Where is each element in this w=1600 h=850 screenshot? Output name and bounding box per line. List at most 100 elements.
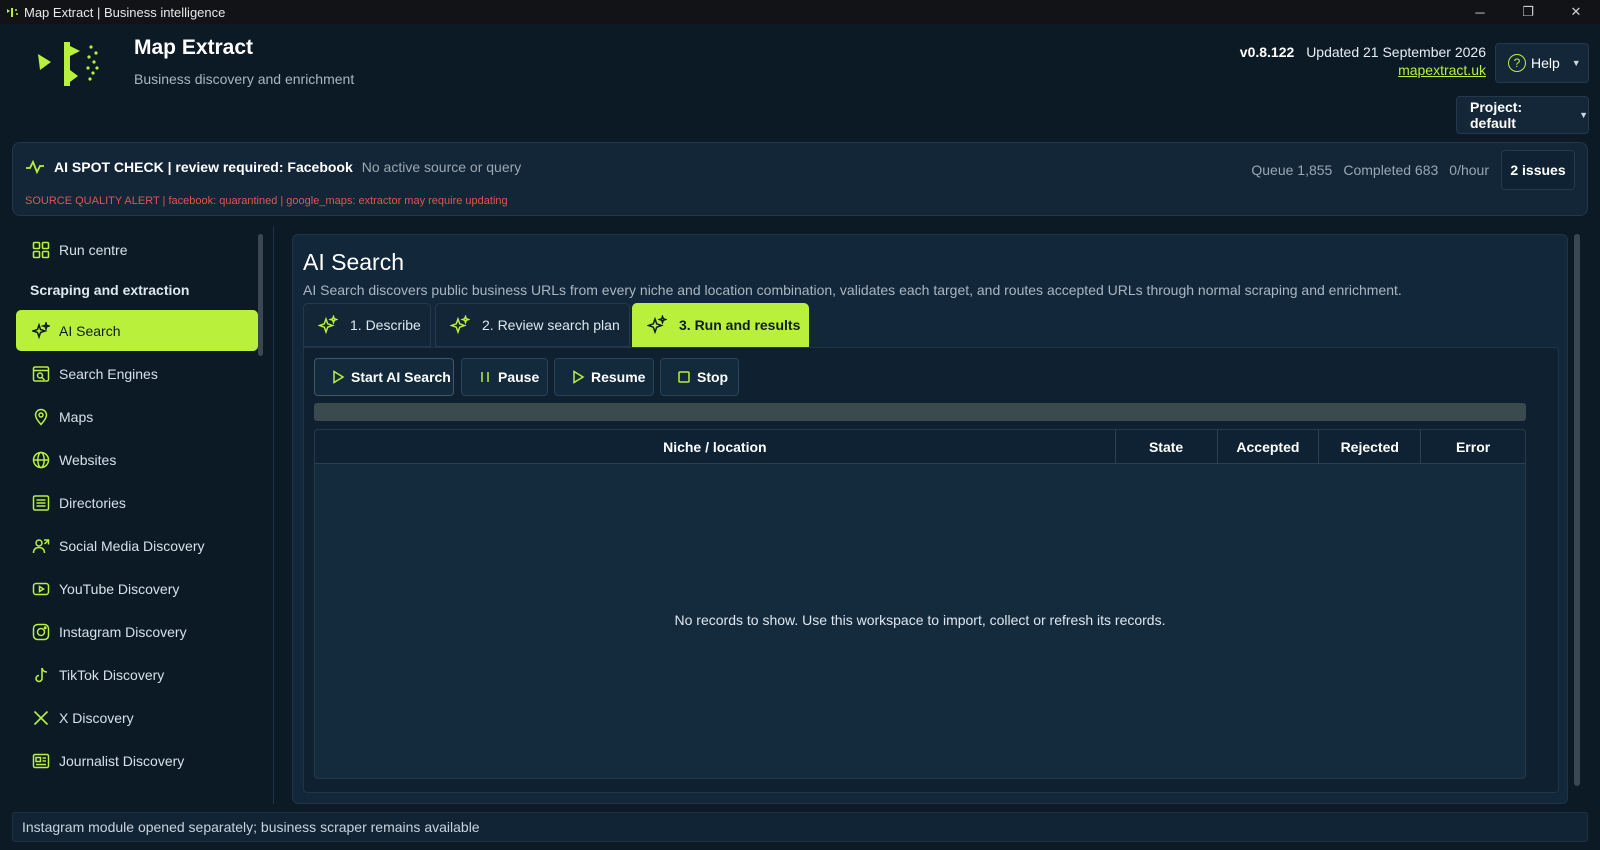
play-icon	[333, 370, 345, 384]
sidebar-item-label: YouTube Discovery	[59, 580, 180, 597]
sidebar-item-tiktok[interactable]: TikTok Discovery	[16, 654, 258, 695]
sidebar-item-ai-search[interactable]: AI Search	[16, 310, 258, 351]
results-table: Niche / location State Accepted Rejected…	[314, 429, 1526, 779]
progress-bar	[314, 403, 1526, 421]
project-label: Project: default	[1470, 99, 1523, 131]
project-selector[interactable]: Project: default ▼	[1456, 96, 1589, 134]
play-icon	[573, 370, 585, 384]
sidebar-item-websites[interactable]: Websites	[16, 439, 258, 480]
button-label: Stop	[697, 369, 729, 385]
status-panel: AI SPOT CHECK | review required: Faceboo…	[12, 142, 1588, 216]
sparkles-icon	[450, 315, 470, 335]
users-icon	[32, 538, 50, 553]
sidebar-item-journalist[interactable]: Journalist Discovery	[16, 740, 258, 781]
website-link[interactable]: mapextract.uk	[1240, 62, 1486, 78]
app-subtitle: Business discovery and enrichment	[134, 71, 355, 87]
sidebar-item-label: Maps	[59, 408, 94, 425]
chevron-down-icon: ▼	[1571, 58, 1581, 68]
help-label: Help	[1531, 55, 1560, 71]
sidebar-scrollbar[interactable]	[258, 234, 263, 356]
grid-icon	[32, 241, 50, 258]
sidebar-item-run-centre[interactable]: Run centre	[16, 229, 258, 270]
stop-icon	[678, 371, 690, 383]
tab-review-search-plan[interactable]: 2. Review search plan	[435, 303, 630, 347]
minimize-button[interactable]: ─	[1456, 0, 1504, 24]
tab-label: 3. Run and results	[679, 317, 801, 333]
button-label: Start AI Search	[351, 369, 451, 385]
queue-stats: Queue 1,855 Completed 683 0/hour 2 issue…	[1240, 150, 1575, 190]
tab-label: 1. Describe	[350, 317, 421, 333]
queue-count: Queue 1,855	[1251, 162, 1333, 178]
no-source-label: No active source or query	[361, 159, 522, 175]
app-header: Map Extract Business discovery and enric…	[0, 24, 1600, 140]
sidebar-item-maps[interactable]: Maps	[16, 396, 258, 437]
spot-check-label: AI SPOT CHECK | review required: Faceboo…	[54, 159, 353, 175]
start-ai-search-button[interactable]: Start AI Search	[314, 358, 454, 396]
column-header-error[interactable]: Error	[1421, 430, 1525, 464]
chevron-down-icon: ▼	[1579, 110, 1588, 120]
sidebar-item-label: TikTok Discovery	[59, 666, 165, 683]
sidebar-item-label: Websites	[59, 451, 117, 468]
pause-icon	[481, 372, 489, 382]
main-scrollbar[interactable]	[1574, 234, 1580, 786]
sidebar-item-label: Run centre	[59, 241, 128, 258]
tab-label: 2. Review search plan	[482, 317, 620, 333]
column-header-accepted[interactable]: Accepted	[1218, 430, 1320, 464]
help-icon: ?	[1508, 54, 1526, 72]
activity-icon	[26, 159, 44, 175]
stop-button[interactable]: Stop	[660, 358, 739, 396]
rate-label: 0/hour	[1449, 162, 1489, 178]
resume-button[interactable]: Resume	[554, 358, 654, 396]
sidebar-item-social-media[interactable]: Social Media Discovery	[16, 525, 258, 566]
window-title: Map Extract | Business intelligence	[24, 4, 226, 20]
column-header-rejected[interactable]: Rejected	[1319, 430, 1422, 464]
sparkles-icon	[647, 315, 667, 335]
sparkles-icon	[32, 321, 50, 339]
completed-count: Completed 683	[1343, 162, 1439, 178]
sidebar-item-x[interactable]: X Discovery	[16, 697, 258, 738]
window-controls: ─ ❐ ✕	[1456, 0, 1600, 24]
page-description: AI Search discovers public business URLs…	[303, 282, 1402, 298]
ai-search-card: AI Search AI Search discovers public bus…	[292, 234, 1568, 804]
sidebar-item-search-engines[interactable]: Search Engines	[16, 353, 258, 394]
search-window-icon	[32, 365, 50, 382]
youtube-icon	[32, 582, 50, 595]
sidebar-item-directories[interactable]: Directories	[16, 482, 258, 523]
source-quality-alert: SOURCE QUALITY ALERT | facebook: quarant…	[25, 195, 508, 207]
version-label: v0.8.122	[1239, 44, 1295, 60]
column-header-niche-location[interactable]: Niche / location	[315, 430, 1116, 464]
sidebar-item-instagram[interactable]: Instagram Discovery	[16, 611, 258, 652]
sidebar-section-heading: Scraping and extraction	[30, 282, 190, 298]
column-header-state[interactable]: State	[1116, 430, 1218, 464]
close-button[interactable]: ✕	[1552, 0, 1600, 24]
tab-describe[interactable]: 1. Describe	[303, 303, 431, 347]
sidebar-item-label: Directories	[59, 494, 126, 511]
status-bar: Instagram module opened separately; busi…	[12, 812, 1588, 842]
sparkles-icon	[318, 315, 338, 335]
sidebar-item-youtube[interactable]: YouTube Discovery	[16, 568, 258, 609]
pause-button[interactable]: Pause	[461, 358, 548, 396]
window-titlebar: Map Extract | Business intelligence ─ ❐ …	[0, 0, 1600, 24]
sidebar-item-label: X Discovery	[59, 709, 134, 726]
table-header: Niche / location State Accepted Rejected…	[315, 430, 1525, 464]
app-icon	[7, 8, 18, 17]
newspaper-icon	[32, 753, 50, 768]
restore-button[interactable]: ❐	[1504, 0, 1552, 24]
main-content: AI Search AI Search discovers public bus…	[284, 226, 1582, 806]
list-icon	[32, 494, 50, 511]
logo	[38, 42, 99, 86]
tab-run-and-results[interactable]: 3. Run and results	[632, 303, 809, 347]
sidebar-item-label: Instagram Discovery	[59, 623, 187, 640]
globe-icon	[32, 451, 50, 468]
button-label: Resume	[591, 369, 646, 385]
sidebar-item-label: Social Media Discovery	[59, 537, 205, 554]
sidebar-item-label: Journalist Discovery	[59, 752, 185, 769]
page-title: AI Search	[303, 249, 404, 275]
issues-button[interactable]: 2 issues	[1501, 150, 1575, 190]
sidebar: Run centre Scraping and extraction AI Se…	[12, 226, 274, 804]
status-bar-text: Instagram module opened separately; busi…	[22, 819, 480, 835]
status-line: AI SPOT CHECK | review required: Faceboo…	[25, 159, 521, 175]
button-label: Pause	[498, 369, 540, 385]
tiktok-icon	[35, 667, 48, 682]
help-button[interactable]: ? Help ▼	[1495, 43, 1589, 83]
